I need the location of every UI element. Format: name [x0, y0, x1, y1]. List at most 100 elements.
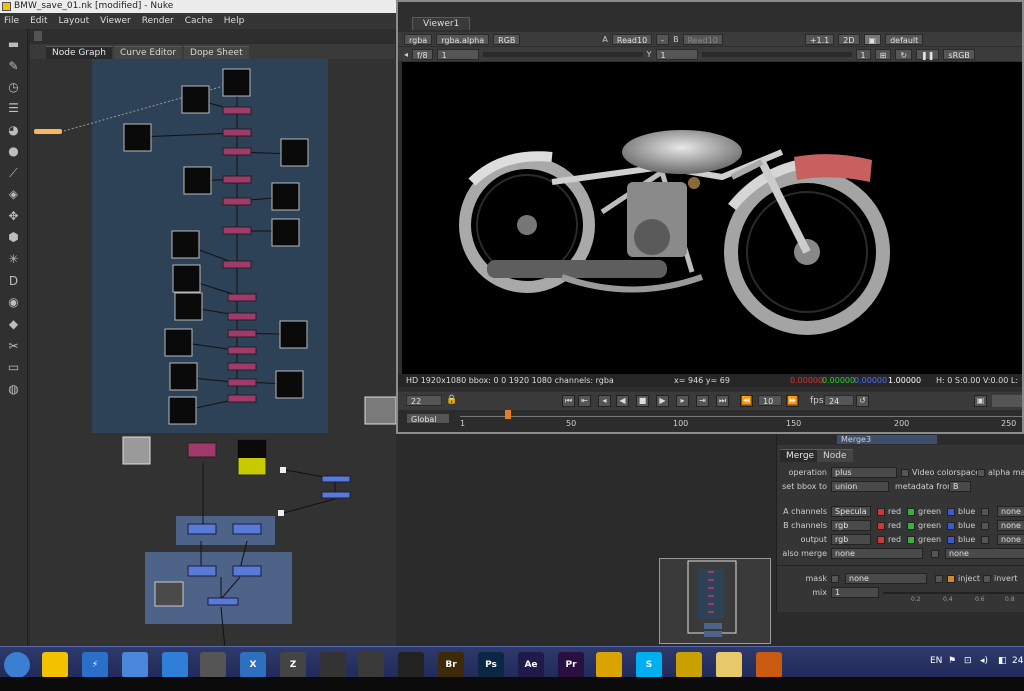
taskbar-nuke-icon[interactable] — [676, 652, 702, 678]
b-green-checkbox[interactable] — [907, 522, 915, 530]
timeline[interactable]: Global 1 50 100 150 200 250 — [398, 410, 1022, 432]
exposure-field[interactable]: 1 — [436, 48, 479, 60]
inject-checkbox[interactable] — [947, 575, 955, 583]
taskbar-media-app-icon[interactable] — [756, 652, 782, 678]
taskbar-zbrush-icon[interactable]: Z — [280, 652, 306, 678]
channel-nodes-icon[interactable]: ☰ — [6, 101, 21, 116]
b-channels-dropdown[interactable]: rgb — [831, 520, 871, 531]
step-back-button[interactable]: ◂ — [598, 395, 611, 407]
taskbar-premiere-icon[interactable]: Pr — [558, 652, 584, 678]
a-red-checkbox[interactable] — [877, 508, 885, 516]
gain-field[interactable]: +1.1 — [804, 33, 835, 45]
b-input-dropdown[interactable]: Read10 — [682, 33, 723, 45]
taskbar-notepad-icon[interactable] — [42, 652, 68, 678]
tab-curve-editor[interactable]: Curve Editor — [113, 46, 183, 59]
view-mode-dropdown[interactable]: 2D — [838, 33, 860, 45]
taskbar-leaf-app-icon[interactable] — [320, 652, 346, 678]
next-keyframe-button[interactable]: ⇥ — [696, 395, 709, 407]
exposure-slider[interactable] — [482, 51, 643, 57]
filter-nodes-icon[interactable]: ● — [6, 144, 21, 159]
a-blue-checkbox[interactable] — [947, 508, 955, 516]
also-merge-dropdown-2[interactable]: none — [945, 548, 1024, 559]
deep-nodes-icon[interactable]: D — [6, 274, 21, 289]
display-channel-dropdown[interactable]: RGB — [493, 33, 521, 45]
taskbar-mari-icon[interactable] — [398, 652, 424, 678]
play-forward-button[interactable]: ▶ — [656, 395, 669, 407]
a-alpha-dropdown[interactable]: none — [997, 506, 1024, 517]
a-alpha-checkbox[interactable] — [981, 508, 989, 516]
prev-keyframe-button[interactable]: ⇤ — [578, 395, 591, 407]
taskbar-mammoth-icon[interactable] — [200, 652, 226, 678]
menu-layout[interactable]: Layout — [59, 16, 90, 26]
alpha-masking-checkbox[interactable] — [977, 469, 985, 477]
3d-nodes-icon[interactable]: ⬢ — [6, 230, 21, 245]
tab-merge[interactable]: Merge — [780, 449, 821, 462]
tab-node-graph[interactable]: Node Graph — [46, 46, 112, 59]
flipbook-button[interactable]: ▣ — [974, 395, 987, 407]
viewer-image[interactable] — [402, 62, 1022, 374]
b-alpha-checkbox[interactable] — [981, 522, 989, 530]
draw-nodes-icon[interactable]: ✎ — [6, 59, 21, 74]
image-nodes-icon[interactable]: ▬ — [6, 37, 21, 52]
set-bbox-dropdown[interactable]: union — [831, 481, 889, 492]
operation-dropdown[interactable]: plus — [831, 467, 897, 478]
taskbar-x-app-icon[interactable]: X — [240, 652, 266, 678]
taskbar-photoshop-icon[interactable]: Ps — [478, 652, 504, 678]
last-frame-button[interactable]: ⏭ — [716, 395, 729, 407]
action-center-icon[interactable]: ◧ — [998, 656, 1007, 666]
b-red-checkbox[interactable] — [877, 522, 885, 530]
views-nodes-icon[interactable]: ◉ — [6, 295, 21, 310]
playhead[interactable] — [505, 410, 511, 419]
menu-cache[interactable]: Cache — [185, 16, 213, 26]
taskbar-document-icon[interactable] — [122, 652, 148, 678]
color-nodes-icon[interactable]: ◕ — [6, 123, 21, 138]
lock-icon[interactable]: ▣ — [863, 33, 882, 45]
roi-icon[interactable]: ⊞ — [874, 48, 892, 60]
clock[interactable]: 24 — [1012, 656, 1023, 666]
language-indicator[interactable]: EN — [930, 656, 942, 666]
pane-menu-icon[interactable] — [34, 31, 42, 41]
tab-node[interactable]: Node — [817, 449, 853, 462]
play-backward-button[interactable]: ◀ — [616, 395, 629, 407]
pause-icon[interactable]: ❚❚ — [916, 48, 940, 60]
a-input-dropdown[interactable]: Read10 — [611, 33, 653, 45]
skip-forward-button[interactable]: ⏩ — [786, 395, 799, 407]
out-alpha-dropdown[interactable]: none — [997, 534, 1024, 545]
stop-button[interactable]: ■ — [636, 395, 649, 407]
stickynote-node[interactable] — [34, 129, 62, 134]
first-frame-button[interactable]: ⏮ — [562, 395, 575, 407]
also-merge-checkbox[interactable] — [931, 550, 939, 558]
mask-dropdown[interactable]: none — [845, 573, 927, 584]
colorspace-dropdown[interactable]: sRGB — [943, 48, 975, 60]
taskbar-horse-app-icon[interactable] — [358, 652, 384, 678]
metadata-dropdown[interactable]: B — [949, 481, 971, 492]
network-icon[interactable]: ⊡ — [964, 656, 972, 666]
menu-help[interactable]: Help — [224, 16, 245, 26]
skip-back-button[interactable]: ⏪ — [740, 395, 753, 407]
fps-field[interactable]: 24 — [824, 395, 854, 406]
invert-checkbox[interactable] — [983, 575, 991, 583]
menu-viewer[interactable]: Viewer — [100, 16, 131, 26]
alpha-channel-dropdown[interactable]: rgba.alpha — [436, 33, 490, 45]
time-nodes-icon[interactable]: ◷ — [6, 80, 21, 95]
step-forward-button[interactable]: ▸ — [676, 395, 689, 407]
volume-icon[interactable]: ◂) — [980, 656, 988, 666]
out-blue-checkbox[interactable] — [947, 536, 955, 544]
mix-field[interactable]: 1 — [831, 587, 879, 598]
toolsets-icon[interactable]: ✂ — [6, 339, 21, 354]
metadata-nodes-icon[interactable]: ◆ — [6, 317, 21, 332]
a-channels-dropdown[interactable]: Specula — [831, 506, 871, 517]
frame-field[interactable]: 22 — [406, 395, 442, 406]
transform-nodes-icon[interactable]: ✥ — [6, 209, 21, 224]
refresh-icon[interactable]: ↻ — [895, 48, 913, 60]
output-dropdown[interactable]: rgb — [831, 534, 871, 545]
taskbar-after-effects-icon[interactable]: Ae — [518, 652, 544, 678]
b-alpha-dropdown[interactable]: none — [997, 520, 1024, 531]
increment-field[interactable]: 10 — [758, 395, 782, 406]
constant-node[interactable] — [154, 581, 184, 607]
viewer-tab[interactable]: Viewer1 — [412, 17, 471, 30]
video-colorspace-checkbox[interactable] — [901, 469, 909, 477]
keyer-nodes-icon[interactable]: ⟋ — [6, 166, 21, 181]
loop-mode-button[interactable]: ↺ — [856, 395, 869, 407]
node-graph-canvas[interactable] — [30, 59, 396, 650]
